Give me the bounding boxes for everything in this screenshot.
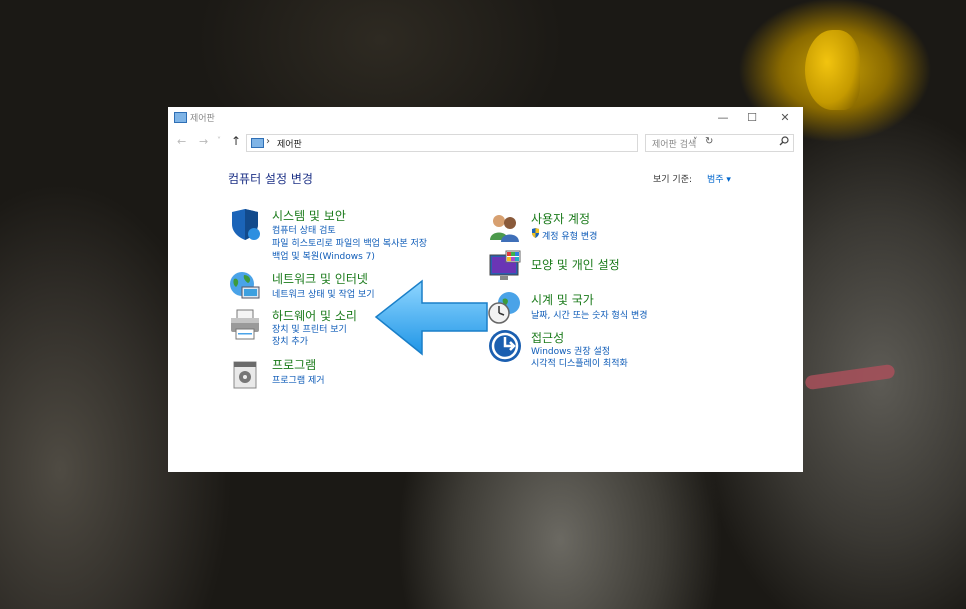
penguin-beak bbox=[805, 30, 860, 110]
control-panel-icon bbox=[174, 112, 187, 123]
personalization-icon[interactable] bbox=[488, 249, 522, 283]
view-by-dropdown[interactable]: 범주 ▾ bbox=[707, 172, 731, 185]
category-title[interactable]: 사용자 계정 bbox=[531, 210, 590, 227]
accessibility-icon[interactable] bbox=[488, 329, 522, 363]
shield-icon[interactable] bbox=[228, 207, 262, 241]
link-add-device[interactable]: 장치 추가 bbox=[272, 334, 308, 347]
link-change-account-type[interactable]: 계정 유형 변경 bbox=[542, 229, 597, 242]
network-globe-icon[interactable] bbox=[228, 269, 262, 303]
background-detail bbox=[804, 363, 896, 391]
forward-arrow-icon[interactable]: → bbox=[199, 135, 208, 148]
category-title[interactable]: 시계 및 국가 bbox=[531, 291, 594, 308]
link-visual-display[interactable]: 시각적 디스플레이 최적화 bbox=[531, 356, 628, 369]
recent-locations-icon[interactable]: ˅ bbox=[217, 136, 221, 145]
link-file-history[interactable]: 파일 히스토리로 파일의 백업 복사본 저장 bbox=[272, 236, 427, 249]
pointer-arrow-annotation bbox=[374, 279, 488, 356]
minimize-button[interactable]: — bbox=[712, 110, 734, 126]
link-backup-restore[interactable]: 백업 및 복원(Windows 7) bbox=[272, 249, 375, 262]
search-icon[interactable] bbox=[779, 136, 789, 146]
view-by-label: 보기 기준: bbox=[653, 175, 693, 185]
link-date-time-format[interactable]: 날짜, 시간 또는 숫자 형식 변경 bbox=[531, 308, 648, 321]
page-title: 컴퓨터 설정 변경 bbox=[228, 172, 313, 186]
category-title[interactable]: 네트워크 및 인터넷 bbox=[272, 270, 368, 287]
users-icon[interactable] bbox=[488, 210, 522, 244]
title-bar: 제어판 — ☐ ✕ bbox=[168, 107, 803, 129]
printer-icon[interactable] bbox=[228, 307, 262, 341]
link-uninstall-program[interactable]: 프로그램 제거 bbox=[272, 373, 325, 386]
link-network-status[interactable]: 네트워크 상태 및 작업 보기 bbox=[272, 287, 375, 300]
maximize-button[interactable]: ☐ bbox=[741, 110, 763, 126]
programs-icon[interactable] bbox=[230, 356, 264, 390]
address-bar[interactable]: › 제어판 ˅ ↻ bbox=[246, 134, 713, 152]
breadcrumb[interactable]: 제어판 bbox=[277, 137, 302, 150]
up-arrow-icon[interactable]: ↑ bbox=[231, 134, 241, 148]
category-title[interactable]: 모양 및 개인 설정 bbox=[531, 256, 620, 273]
link-check-status[interactable]: 컴퓨터 상태 검토 bbox=[272, 223, 336, 236]
breadcrumb-chevron-icon[interactable]: › bbox=[266, 136, 270, 147]
navigation-bar: ← → ˅ ↑ › 제어판 ˅ ↻ 제어판 검색 bbox=[168, 131, 803, 153]
category-title[interactable]: 프로그램 bbox=[272, 356, 316, 373]
clock-globe-icon[interactable] bbox=[488, 291, 522, 325]
control-panel-icon bbox=[251, 138, 264, 148]
back-arrow-icon[interactable]: ← bbox=[177, 135, 186, 148]
close-button[interactable]: ✕ bbox=[774, 110, 796, 126]
category-title[interactable]: 시스템 및 보안 bbox=[272, 207, 346, 224]
admin-shield-icon bbox=[532, 228, 539, 238]
search-input[interactable]: 제어판 검색 bbox=[645, 134, 794, 152]
search-placeholder: 제어판 검색 bbox=[652, 140, 697, 150]
window-title: 제어판 bbox=[190, 114, 215, 124]
